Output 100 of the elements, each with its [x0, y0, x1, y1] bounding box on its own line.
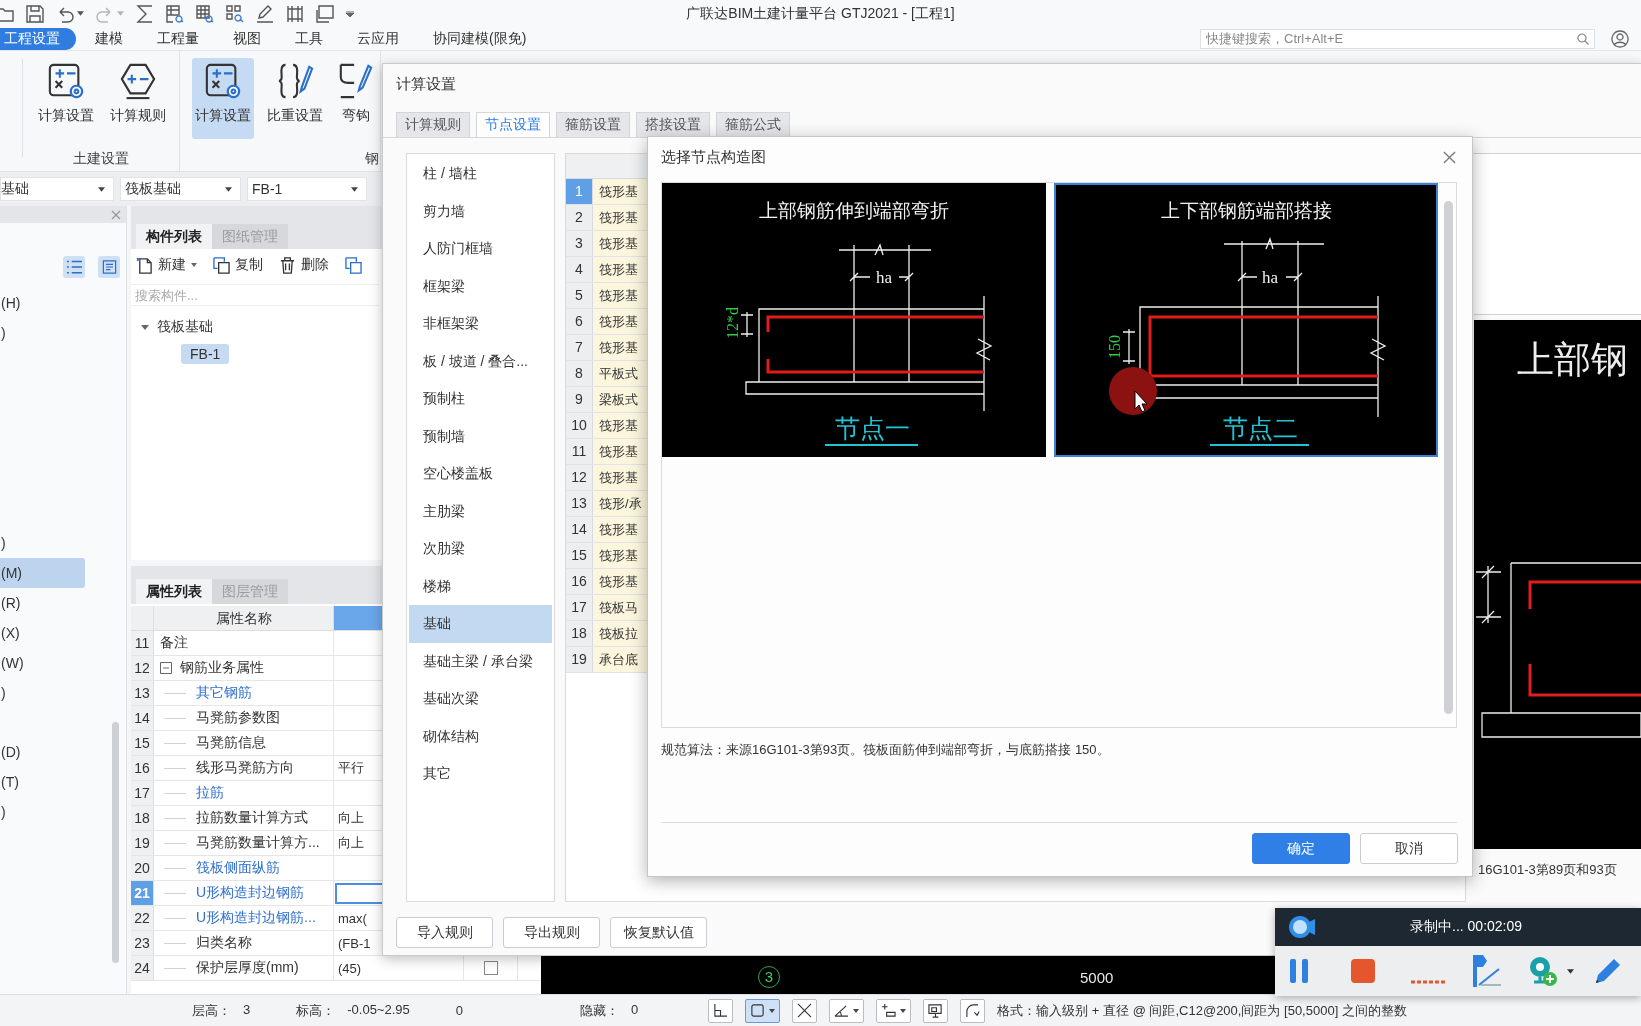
stacked-squares-icon[interactable]	[316, 4, 334, 23]
toolbar-button[interactable]: 复制	[213, 256, 263, 274]
save-icon[interactable]	[26, 4, 44, 23]
row-number[interactable]: 15	[566, 543, 593, 568]
tree-item[interactable]: FB-1	[181, 344, 230, 364]
nav-item[interactable]: )	[0, 797, 85, 827]
nav-item[interactable]: (W)	[0, 648, 85, 678]
status-tool-button[interactable]	[923, 998, 949, 1023]
status-tool-button[interactable]	[829, 998, 865, 1023]
dialog-tab[interactable]: 搭接设置	[636, 112, 710, 137]
nav-item[interactable]: )	[0, 528, 85, 558]
category-item[interactable]: 板 / 坡道 / 叠合...	[409, 342, 552, 380]
nav-item[interactable]: (X)	[0, 618, 85, 648]
dialog-button[interactable]: 恢复默认值	[610, 917, 707, 948]
ribbon-button[interactable]: 计算规则	[107, 58, 169, 139]
scrollbar[interactable]	[1444, 201, 1453, 714]
property-link[interactable]: 其它钢筋	[196, 684, 252, 702]
category-item[interactable]: 基础主梁 / 承台梁	[409, 642, 552, 680]
row-number[interactable]: 14	[566, 517, 593, 542]
search-icon[interactable]	[1577, 32, 1589, 45]
dialog-button[interactable]: 导出规则	[503, 917, 600, 948]
dropdown-caret-icon[interactable]	[346, 10, 354, 17]
row-number[interactable]: 2	[566, 205, 593, 230]
category-item[interactable]: 主肋梁	[409, 492, 552, 530]
status-tool-button[interactable]	[960, 998, 986, 1023]
columns-icon[interactable]	[286, 4, 304, 23]
close-icon[interactable]	[1443, 150, 1456, 164]
dialog-tab[interactable]: 计算规则	[396, 112, 470, 137]
webcam-plus-icon[interactable]	[1529, 956, 1557, 986]
dropdown[interactable]: 筏板基础	[120, 177, 241, 201]
nav-item[interactable]: )	[0, 318, 85, 348]
row-number[interactable]: 9	[566, 387, 593, 412]
property-link[interactable]: 筏板侧面纵筋	[196, 859, 280, 877]
collapse-icon[interactable]	[160, 662, 172, 674]
dialog-button[interactable]: 导入规则	[396, 917, 493, 948]
row-number[interactable]: 19	[566, 647, 593, 672]
category-item[interactable]: 砌体结构	[409, 717, 552, 755]
dropdown[interactable]: 基础	[0, 177, 114, 201]
ribbon-button[interactable]: 计算设置	[35, 58, 97, 139]
dialog-tab[interactable]: 箍筋设置	[556, 112, 630, 137]
stacked-pages-icon[interactable]	[345, 256, 362, 274]
category-item[interactable]: 剪力墙	[409, 192, 552, 230]
category-item[interactable]: 人防门框墙	[409, 230, 552, 268]
search-field[interactable]: 搜索构件...	[131, 284, 379, 306]
status-tool-button[interactable]	[708, 998, 734, 1023]
category-item[interactable]: 其它	[409, 755, 552, 793]
menu-tab[interactable]: 视图	[218, 27, 276, 50]
nav-item[interactable]: (T)	[0, 767, 85, 797]
dropdown[interactable]: FB-1	[247, 177, 367, 201]
menu-tab[interactable]: 工程量	[142, 27, 214, 50]
video-camera-icon[interactable]	[1289, 915, 1315, 939]
user-icon[interactable]	[1611, 29, 1629, 48]
nav-item[interactable]: (H)	[0, 288, 85, 318]
category-item[interactable]: 预制墙	[409, 417, 552, 455]
tree-item[interactable]: 筏板基础	[154, 317, 216, 337]
category-item[interactable]: 柱 / 墙柱	[409, 155, 552, 193]
ribbon-button[interactable]: 计算设置	[192, 58, 254, 139]
expand-caret-icon[interactable]	[141, 323, 149, 331]
category-item[interactable]: 非框架梁	[409, 305, 552, 343]
caret-icon[interactable]	[77, 11, 84, 16]
category-item[interactable]: 预制柱	[409, 380, 552, 418]
row-number[interactable]: 13	[566, 491, 593, 516]
dialog-button[interactable]: 取消	[1360, 833, 1458, 864]
sigma-icon[interactable]	[136, 4, 154, 23]
menu-tab[interactable]: 工程设置	[0, 27, 76, 50]
status-tool-button[interactable]	[745, 998, 781, 1023]
menu-tab[interactable]: 工具	[280, 27, 338, 50]
pen-flag-icon[interactable]	[1471, 955, 1501, 987]
category-item[interactable]: 次肋梁	[409, 530, 552, 568]
row-number[interactable]: 18	[566, 621, 593, 646]
row-number[interactable]: 7	[566, 335, 593, 360]
category-item[interactable]: 框架梁	[409, 267, 552, 305]
menu-tab[interactable]: 云应用	[342, 27, 414, 50]
dialog-tab[interactable]: 箍筋公式	[716, 112, 790, 137]
row-number[interactable]: 17	[566, 595, 593, 620]
nav-item[interactable]: )	[0, 678, 85, 708]
row-number[interactable]: 5	[566, 283, 593, 308]
status-tool-button[interactable]	[876, 998, 912, 1023]
row-number[interactable]: 12	[566, 465, 593, 490]
node-option[interactable]: 上下部钢筋端部搭接 ha 150 节点二	[1054, 183, 1438, 457]
row-number[interactable]: 8	[566, 361, 593, 386]
property-link[interactable]: U形构造封边钢筋	[196, 884, 305, 902]
toolbar-button[interactable]: 新建	[136, 256, 197, 274]
nav-item[interactable]: (M)	[0, 558, 85, 588]
panel-tab[interactable]: 属性列表	[136, 579, 212, 604]
menu-tab[interactable]: 协同建模(限免)	[418, 27, 542, 50]
category-item[interactable]: 基础	[409, 605, 552, 643]
toolbar-button[interactable]: 删除	[279, 256, 329, 274]
category-item[interactable]: 楼梯	[409, 567, 552, 605]
row-number[interactable]: 10	[566, 413, 593, 438]
row-number[interactable]: 16	[566, 569, 593, 594]
nav-item[interactable]: (D)	[0, 737, 85, 767]
grid-search-icon[interactable]	[196, 4, 214, 23]
scrollbar[interactable]	[112, 722, 119, 963]
caret-icon[interactable]	[1567, 968, 1574, 974]
row-number[interactable]: 6	[566, 309, 593, 334]
blocks-search-icon[interactable]	[226, 4, 244, 23]
dashed-line-icon[interactable]	[1411, 980, 1447, 984]
search-field[interactable]: 快捷键搜索，Ctrl+Alt+E	[1200, 28, 1595, 49]
node-option[interactable]: 上部钢筋伸到端部弯折 ha 12*d 节点一	[662, 183, 1046, 457]
